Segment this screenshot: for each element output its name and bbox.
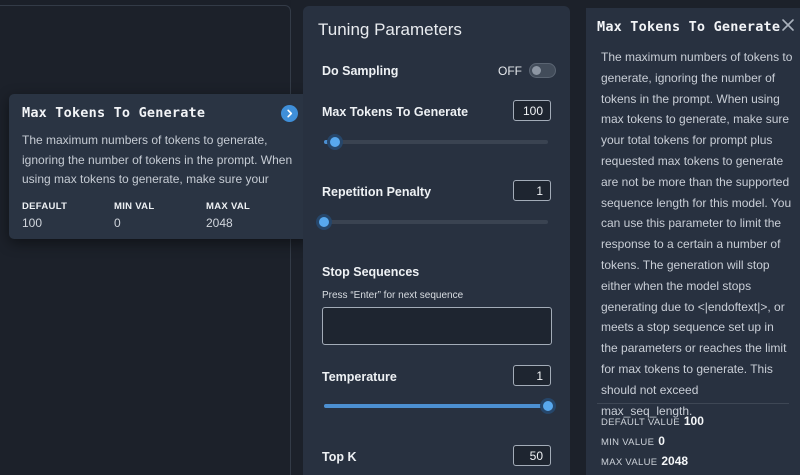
do-sampling-state: OFF: [498, 63, 522, 78]
repetition-penalty-input[interactable]: 1: [513, 180, 551, 201]
max-tokens-slider[interactable]: [324, 134, 548, 150]
info-max: MAX VALUE 2048: [601, 454, 688, 468]
tooltip-min: MIN VAL 0: [114, 201, 154, 230]
stop-sequences-hint: Press “Enter” for next sequence: [322, 290, 464, 301]
repetition-penalty-label: Repetition Penalty: [322, 185, 432, 199]
tooltip-default-value: 100: [22, 216, 43, 230]
temperature-label: Temperature: [322, 370, 397, 384]
info-description: The maximum numbers of tokens to generat…: [601, 50, 793, 418]
max-tokens-label: Max Tokens To Generate: [322, 105, 469, 119]
top-k-input[interactable]: 50: [513, 445, 551, 466]
close-icon[interactable]: [781, 18, 797, 34]
info-min-label: MIN VALUE: [601, 437, 655, 448]
slider-thumb[interactable]: [316, 214, 332, 230]
temperature-slider[interactable]: [324, 398, 556, 414]
output-panel: [0, 5, 291, 475]
info-min: MIN VALUE 0: [601, 434, 665, 448]
slider-thumb[interactable]: [326, 134, 343, 150]
chevron-right-icon[interactable]: [281, 105, 298, 122]
parameter-info-panel: Max Tokens To Generate The maximum numbe…: [586, 8, 800, 475]
tooltip-max-label: MAX VAL: [206, 201, 251, 212]
panel-title: Tuning Parameters: [318, 20, 462, 39]
tooltip-default-label: DEFAULT: [22, 201, 68, 212]
do-sampling-label: Do Sampling: [322, 64, 399, 78]
tooltip-min-value: 0: [114, 216, 121, 230]
stop-sequences-label: Stop Sequences: [322, 265, 420, 279]
info-min-value: 0: [658, 434, 665, 448]
stop-sequences-input[interactable]: [322, 307, 552, 345]
tooltip-max-value: 2048: [206, 216, 233, 230]
tuning-parameters-panel: Tuning Parameters Do Sampling OFF Max To…: [303, 6, 570, 475]
tooltip-min-label: MIN VAL: [114, 201, 155, 212]
slider-fill: [324, 404, 548, 408]
temperature-input[interactable]: 1: [513, 365, 551, 386]
max-tokens-input[interactable]: 100: [513, 100, 551, 121]
tooltip-description: The maximum numbers of tokens to generat…: [22, 133, 293, 186]
info-default-label: DEFAULT VALUE: [601, 417, 680, 428]
tooltip-default: DEFAULT 100: [22, 201, 67, 230]
top-k-label: Top K: [322, 450, 357, 464]
divider: [597, 403, 789, 404]
info-default-value: 100: [683, 414, 704, 428]
repetition-penalty-slider[interactable]: [316, 214, 548, 230]
info-max-label: MAX VALUE: [601, 457, 658, 468]
info-default: DEFAULT VALUE 100: [601, 414, 704, 428]
info-max-value: 2048: [661, 454, 689, 468]
toggle-knob: [532, 66, 541, 75]
tooltip-max: MAX VAL 2048: [206, 201, 250, 230]
do-sampling-control[interactable]: OFF: [498, 63, 556, 78]
slider-thumb[interactable]: [540, 398, 556, 414]
tooltip-title: Max Tokens To Generate: [22, 105, 206, 121]
info-title: Max Tokens To Generate: [597, 19, 781, 35]
do-sampling-toggle[interactable]: [529, 63, 556, 78]
parameter-tooltip: Max Tokens To Generate The maximum numbe…: [9, 94, 311, 239]
